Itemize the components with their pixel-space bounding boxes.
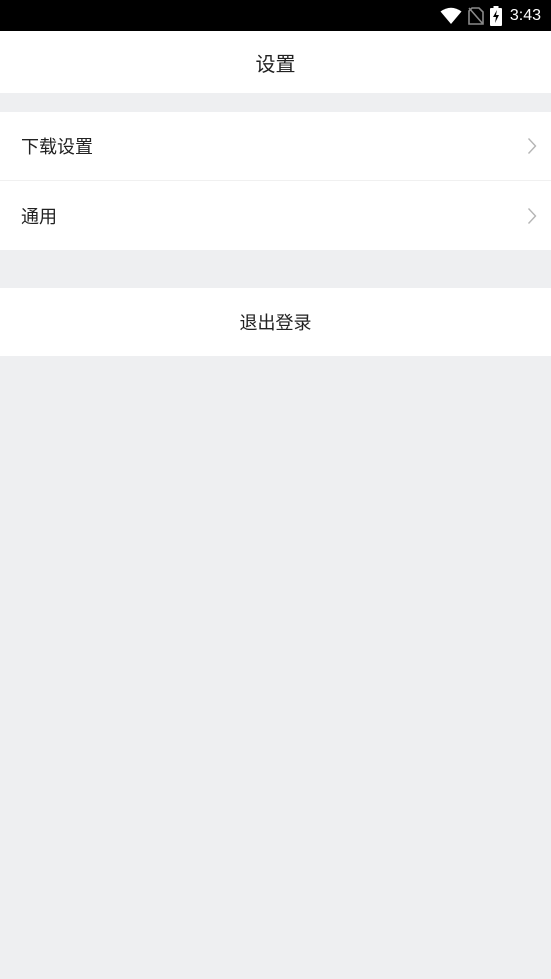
title-bar: 设置 — [0, 31, 551, 93]
status-time: 3:43 — [509, 6, 541, 24]
settings-item-download[interactable]: 下载设置 — [0, 112, 551, 181]
logout-label: 退出登录 — [239, 313, 312, 334]
settings-list: 下载设置 通用 — [0, 112, 551, 250]
status-icons: 3:43 — [440, 0, 541, 31]
settings-item-label: 通用 — [21, 206, 57, 228]
settings-item-general[interactable]: 通用 — [0, 181, 551, 250]
logout-button[interactable]: 退出登录 — [0, 288, 551, 356]
no-sim-icon — [468, 6, 484, 25]
chevron-right-icon — [527, 207, 537, 225]
battery-charging-icon — [489, 5, 502, 26]
chevron-right-icon — [527, 137, 537, 155]
status-bar: 3:43 — [0, 0, 551, 31]
page-title: 设置 — [255, 51, 296, 76]
wifi-icon — [440, 7, 462, 25]
settings-item-label: 下载设置 — [21, 137, 93, 158]
